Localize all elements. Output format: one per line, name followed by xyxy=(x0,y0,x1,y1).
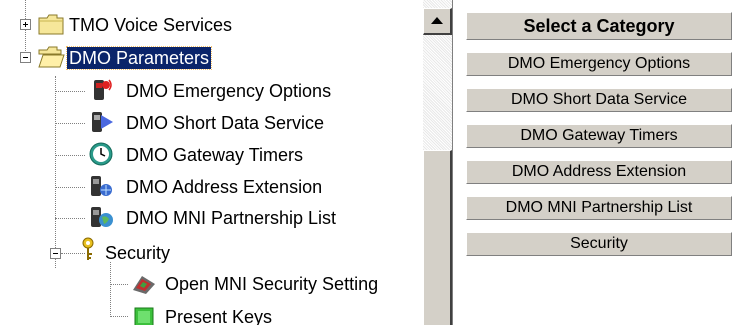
emergency-radio-icon xyxy=(94,79,112,100)
tree-item[interactable]: DMO Address Extension xyxy=(124,172,324,202)
category-header: Select a Category xyxy=(466,12,732,40)
scroll-thumb[interactable] xyxy=(423,150,452,325)
tree-item[interactable]: DMO Gateway Timers xyxy=(124,140,305,170)
scroll-up-button[interactable] xyxy=(423,8,452,35)
tree-view[interactable]: TMO Voice Services DMO Parameters DMO Em… xyxy=(0,0,453,325)
tree-item[interactable]: TMO Voice Services xyxy=(67,10,234,40)
tree-item[interactable]: Present Keys xyxy=(163,302,274,325)
open-folder-icon xyxy=(38,46,65,68)
expand-toggle[interactable] xyxy=(20,19,31,30)
globe-radio-icon xyxy=(91,207,113,227)
category-button-short-data-service[interactable]: DMO Short Data Service xyxy=(466,88,732,112)
clock-icon xyxy=(89,142,113,166)
green-key-block-icon xyxy=(134,307,154,325)
tree-line xyxy=(55,123,85,124)
tree-item-label: Present Keys xyxy=(165,307,273,325)
tree-item-label: DMO MNI Partnership List xyxy=(126,208,337,228)
tree-item[interactable]: DMO Emergency Options xyxy=(124,76,333,106)
tree-item-selected[interactable]: DMO Parameters xyxy=(65,43,213,73)
tree-content: TMO Voice Services DMO Parameters DMO Em… xyxy=(0,0,422,325)
tree-line xyxy=(55,187,85,188)
category-button-gateway-timers[interactable]: DMO Gateway Timers xyxy=(466,124,732,148)
tree-item-label: DMO Gateway Timers xyxy=(126,145,304,165)
tree-item-label: DMO Short Data Service xyxy=(126,113,325,133)
sds-radio-icon xyxy=(92,112,113,132)
category-button-emergency-options[interactable]: DMO Emergency Options xyxy=(466,52,732,76)
vertical-scrollbar[interactable] xyxy=(423,0,452,325)
tree-item[interactable]: DMO MNI Partnership List xyxy=(124,203,338,233)
tree-line xyxy=(110,284,128,285)
tree-item-label: Security xyxy=(105,243,171,263)
address-radio-icon xyxy=(91,176,112,196)
tree-item-label: TMO Voice Services xyxy=(69,15,233,35)
category-button-address-extension[interactable]: DMO Address Extension xyxy=(466,160,732,184)
collapse-toggle[interactable] xyxy=(50,248,61,259)
tree-line xyxy=(55,218,85,219)
tree-item-label: DMO Emergency Options xyxy=(126,81,332,101)
tree-line xyxy=(55,155,85,156)
tree-item[interactable]: DMO Short Data Service xyxy=(124,108,326,138)
collapse-toggle[interactable] xyxy=(20,52,31,63)
tree-item[interactable]: Open MNI Security Setting xyxy=(163,269,380,299)
tree-line xyxy=(55,91,85,92)
tree-line-dmo xyxy=(55,76,56,268)
category-button-security[interactable]: Security xyxy=(466,232,732,256)
tree-line-security xyxy=(110,262,111,317)
category-panel: Select a Category DMO Emergency Options … xyxy=(460,0,732,325)
tree-line xyxy=(110,316,128,317)
security-setting-icon xyxy=(133,276,155,294)
up-arrow-icon xyxy=(431,17,443,24)
tree-item-label: DMO Parameters xyxy=(65,46,213,70)
tree-item-label: Open MNI Security Setting xyxy=(165,274,379,294)
tree-item-label: DMO Address Extension xyxy=(126,177,323,197)
closed-folder-icon xyxy=(38,14,64,35)
category-button-mni-partnership-list[interactable]: DMO MNI Partnership List xyxy=(466,196,732,220)
key-icon xyxy=(82,237,94,260)
tree-item[interactable]: Security xyxy=(103,238,172,268)
